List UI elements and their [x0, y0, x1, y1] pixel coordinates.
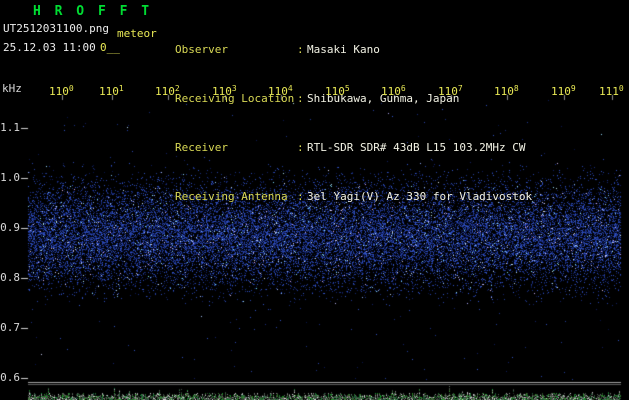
time-tick-base: 110	[438, 85, 458, 98]
time-tick-label-1100: 1100	[49, 83, 74, 97]
time-tick-base: 110	[268, 85, 288, 98]
time-tick-base: 111	[599, 85, 619, 98]
time-tick-label-1107: 1107	[438, 83, 463, 97]
time-tick-sup: 0	[618, 84, 624, 93]
output-filename: UT2512031100.png	[3, 22, 109, 35]
app-title: H R O F F T	[33, 4, 153, 19]
mode-label: meteor	[117, 27, 157, 40]
time-tick-sup: 6	[400, 84, 406, 93]
info-label: Receiving Antenna	[175, 190, 288, 203]
time-tick-sup: 7	[457, 84, 463, 93]
freq-tick-label-0.9: 0.9	[0, 221, 20, 234]
time-tick-label-1108: 1108	[494, 83, 519, 97]
time-tick-sup: 5	[344, 84, 350, 93]
info-colon: :	[297, 141, 304, 154]
time-tick-base: 110	[325, 85, 345, 98]
freq-unit-label: kHz	[2, 82, 22, 95]
hrofft-screen: { "header": { "app_title": "H R O F F T"…	[0, 0, 629, 400]
time-tick-label-1104: 1104	[268, 83, 293, 97]
time-tick-label-1109: 1109	[551, 83, 576, 97]
freq-tick-label-1.1: 1.1	[0, 121, 20, 134]
time-tick-sup: 1	[118, 84, 124, 93]
time-tick-base: 110	[99, 85, 119, 98]
info-colon: :	[297, 92, 304, 105]
time-tick-sup: 3	[231, 84, 237, 93]
time-tick-sup: 8	[513, 84, 519, 93]
time-tick-label-1101: 1101	[99, 83, 124, 97]
info-row-antenna: Receiving Antenna:3el Yagi(V) Az 330 for…	[175, 191, 532, 202]
info-label: Receiver	[175, 141, 228, 154]
time-tick-base: 110	[551, 85, 571, 98]
info-row-observer: Observer: Masaki Kano	[175, 44, 532, 55]
info-value: Masaki Kano	[307, 43, 380, 56]
timestamp: 25.12.03 11:00	[3, 41, 96, 54]
freq-tick-label-1.0: 1.0	[0, 171, 20, 184]
time-tick-base: 110	[494, 85, 514, 98]
time-tick-sup: 2	[174, 84, 180, 93]
time-tick-label-1103: 1103	[212, 83, 237, 97]
info-row-receiver: Receiver: RTL-SDR SDR# 43dB L15 103.2MHz …	[175, 142, 532, 153]
info-value: RTL-SDR SDR# 43dB L15 103.2MHz CW	[307, 141, 526, 154]
frame-counter: 0__	[100, 41, 120, 54]
time-tick-base: 110	[212, 85, 232, 98]
time-tick-label-1110: 1110	[599, 83, 624, 97]
time-tick-base: 110	[49, 85, 69, 98]
info-value: 3el Yagi(V) Az 330 for Vladivostok	[307, 190, 533, 203]
info-colon: :	[297, 190, 304, 203]
info-label: Observer	[175, 43, 228, 56]
time-tick-sup: 4	[287, 84, 293, 93]
time-tick-sup: 0	[68, 84, 74, 93]
freq-tick-label-0.8: 0.8	[0, 271, 20, 284]
time-tick-base: 110	[155, 85, 175, 98]
time-tick-label-1106: 1106	[381, 83, 406, 97]
time-tick-sup: 9	[570, 84, 576, 93]
freq-tick-label-0.6: 0.6	[0, 371, 20, 384]
time-tick-label-1105: 1105	[325, 83, 350, 97]
info-colon: :	[297, 43, 304, 56]
time-tick-base: 110	[381, 85, 401, 98]
station-info: Observer: Masaki Kano Receiving Location:…	[175, 6, 532, 221]
time-tick-label-1102: 1102	[155, 83, 180, 97]
freq-tick-label-0.7: 0.7	[0, 321, 20, 334]
